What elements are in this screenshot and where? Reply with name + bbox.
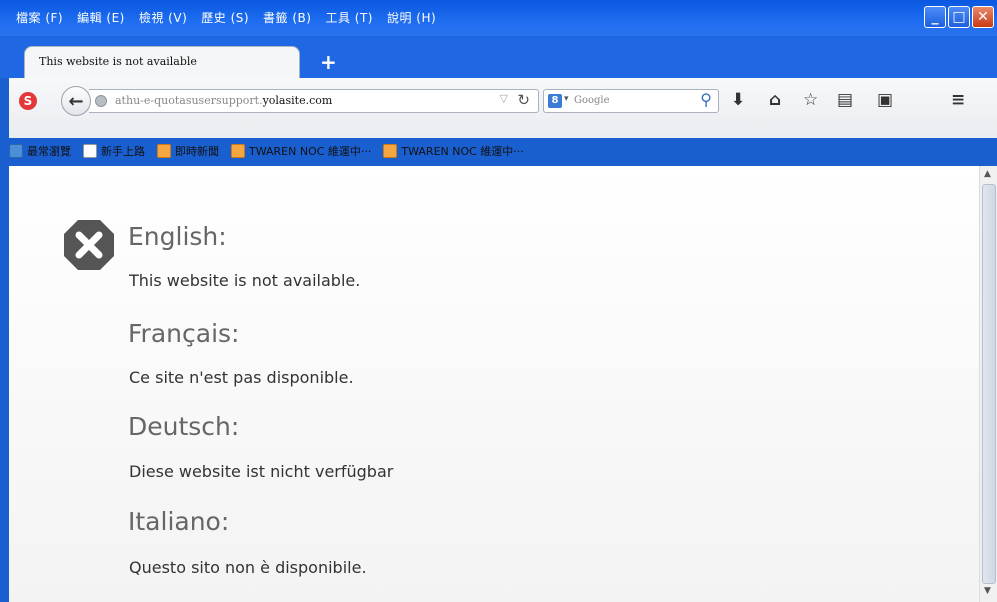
- bookmark-twaren-2[interactable]: TWAREN NOC 維運中···: [383, 143, 524, 159]
- addon-icon[interactable]: S: [19, 92, 37, 110]
- bookmark-label: 即時新聞: [175, 145, 219, 158]
- tab-strip: This website is not available +: [0, 36, 997, 78]
- message-english: This website is not available.: [129, 271, 361, 290]
- menu-view[interactable]: 檢視 (V): [139, 9, 187, 26]
- menu-bookmarks[interactable]: 書籤 (B): [263, 9, 311, 26]
- bookmark-label: 最常瀏覽: [27, 145, 71, 158]
- bookmark-most-visited[interactable]: 最常瀏覽: [9, 143, 71, 159]
- reading-list-icon[interactable]: ▤: [837, 90, 853, 110]
- url-bar[interactable]: athu-e-quotasusersupport.yolasite.com ▽ …: [89, 89, 539, 113]
- heading-french: Français:: [128, 319, 240, 348]
- bookmark-star-icon[interactable]: ☆: [803, 90, 818, 110]
- navigation-toolbar: S athu-e-quotasusersupport.yolasite.com …: [9, 78, 997, 138]
- title-bar: 檔案 (F) 編輯 (E) 檢視 (V) 歷史 (S) 書籤 (B) 工具 (T…: [0, 0, 997, 36]
- scroll-up-icon[interactable]: ▲: [984, 169, 991, 179]
- heading-english: English:: [128, 222, 227, 251]
- url-prefix: athu-e-quotasusersupport.: [115, 94, 263, 107]
- rss-icon: [383, 144, 398, 158]
- menu-file[interactable]: 檔案 (F): [16, 9, 63, 26]
- message-italian: Questo sito non è disponibile.: [129, 558, 367, 577]
- rss-icon: [231, 144, 245, 158]
- bookmark-twaren-1[interactable]: TWAREN NOC 維運中···: [231, 143, 371, 159]
- site-identity-icon[interactable]: [95, 95, 107, 107]
- maximize-icon: □: [952, 9, 966, 25]
- download-icon[interactable]: ⬇: [731, 90, 745, 110]
- message-french: Ce site n'est pas disponible.: [129, 368, 354, 387]
- window-controls: _ □ ✕: [924, 6, 994, 28]
- search-engine-dropdown-icon[interactable]: ▾: [564, 94, 569, 104]
- bookmark-label: TWAREN NOC 維運中···: [401, 145, 524, 158]
- menu-bar: 檔案 (F) 編輯 (E) 檢視 (V) 歷史 (S) 書籤 (B) 工具 (T…: [16, 9, 450, 26]
- back-arrow-icon: ←: [68, 90, 84, 112]
- url-history-dropdown-icon[interactable]: ▽: [500, 92, 508, 105]
- back-button[interactable]: ←: [61, 86, 91, 116]
- message-german: Diese website ist nicht verfügbar: [129, 462, 394, 481]
- page-icon: [83, 144, 97, 158]
- search-icon[interactable]: ⚲: [700, 90, 712, 109]
- pocket-icon[interactable]: ▣: [877, 90, 893, 110]
- tab-title: This website is not available: [39, 55, 197, 68]
- url-text: athu-e-quotasusersupport.yolasite.com: [115, 94, 332, 107]
- search-placeholder: Google: [574, 95, 610, 106]
- menu-icon[interactable]: ≡: [951, 90, 965, 110]
- bookmark-label: 新手上路: [101, 145, 145, 158]
- close-icon: ✕: [977, 9, 989, 25]
- error-stop-icon: [64, 220, 114, 270]
- tab-active[interactable]: This website is not available: [24, 46, 300, 78]
- bookmark-news[interactable]: 即時新聞: [157, 143, 219, 159]
- reload-icon[interactable]: ↻: [517, 91, 530, 109]
- heading-german: Deutsch:: [128, 412, 240, 441]
- scrollbar-thumb[interactable]: [982, 184, 996, 584]
- heading-italian: Italiano:: [128, 507, 230, 536]
- menu-history[interactable]: 歷史 (S): [201, 9, 249, 26]
- close-button[interactable]: ✕: [972, 6, 994, 28]
- browser-window: 檔案 (F) 編輯 (E) 檢視 (V) 歷史 (S) 書籤 (B) 工具 (T…: [0, 0, 997, 602]
- menu-tools[interactable]: 工具 (T): [325, 9, 373, 26]
- search-bar[interactable]: 8 ▾ Google ⚲: [543, 89, 719, 113]
- most-visited-icon: [9, 144, 23, 158]
- bookmarks-bar: 最常瀏覽 新手上路 即時新聞 TWAREN NOC 維運中··· TWAREN …: [9, 138, 997, 164]
- search-engine-icon[interactable]: 8: [548, 94, 562, 108]
- home-icon[interactable]: ⌂: [769, 90, 781, 110]
- menu-edit[interactable]: 編輯 (E): [77, 9, 125, 26]
- new-tab-button[interactable]: +: [320, 50, 337, 74]
- maximize-button[interactable]: □: [948, 6, 970, 28]
- menu-help[interactable]: 說明 (H): [387, 9, 436, 26]
- minimize-icon: _: [931, 9, 939, 25]
- scroll-down-icon[interactable]: ▼: [984, 586, 991, 596]
- url-domain: yolasite.com: [262, 94, 333, 107]
- vertical-scrollbar[interactable]: ▲ ▼: [979, 166, 997, 602]
- minimize-button[interactable]: _: [924, 6, 946, 28]
- nav-row: S athu-e-quotasusersupport.yolasite.com …: [9, 86, 997, 116]
- bookmark-label: TWAREN NOC 維運中···: [249, 145, 372, 158]
- rss-icon: [157, 144, 171, 158]
- bookmark-getting-started[interactable]: 新手上路: [83, 143, 145, 159]
- page-content: English: This website is not available. …: [9, 166, 979, 602]
